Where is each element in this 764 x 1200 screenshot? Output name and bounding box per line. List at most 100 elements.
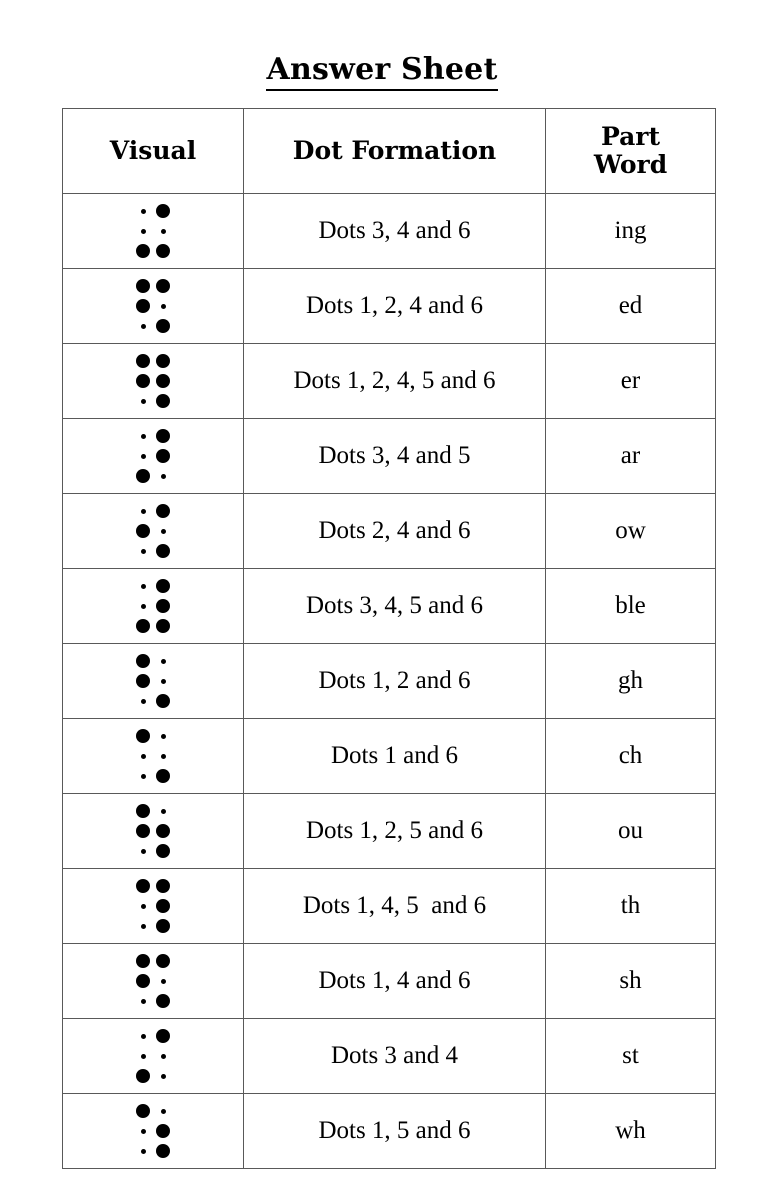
part-word-text: ing xyxy=(545,193,716,269)
braille-dot-6-filled xyxy=(156,619,170,633)
braille-dot-4-empty xyxy=(160,808,166,814)
braille-dot-2-empty xyxy=(140,753,146,759)
braille-dot-1-filled xyxy=(136,654,150,668)
column-header-visual: Visual xyxy=(62,108,244,194)
braille-cell-visual xyxy=(62,568,244,644)
braille-dot-2-empty xyxy=(140,603,146,609)
braille-dot-3-empty xyxy=(140,1148,146,1154)
part-word-text: st xyxy=(545,1018,716,1094)
braille-dot-4-filled xyxy=(156,504,170,518)
braille-dot-grid xyxy=(133,1026,173,1086)
braille-dot-6-filled xyxy=(156,244,170,258)
braille-dot-1-filled xyxy=(136,879,150,893)
braille-dot-4-filled xyxy=(156,279,170,293)
braille-dot-4-empty xyxy=(160,733,166,739)
braille-dot-grid xyxy=(133,351,173,411)
braille-cell-visual xyxy=(62,268,244,344)
braille-cell-visual xyxy=(62,643,244,719)
part-word-text: ow xyxy=(545,493,716,569)
dot-formation-text: Dots 1, 2, 4, 5 and 6 xyxy=(243,343,546,419)
braille-dot-4-empty xyxy=(160,658,166,664)
dot-formation-text: Dots 1, 2, 4 and 6 xyxy=(243,268,546,344)
dot-formation-text: Dots 1, 5 and 6 xyxy=(243,1093,546,1169)
braille-cell-visual xyxy=(62,793,244,869)
dot-formation-text: Dots 3, 4 and 6 xyxy=(243,193,546,269)
braille-dot-4-filled xyxy=(156,879,170,893)
braille-dot-grid xyxy=(133,1101,173,1161)
braille-dot-2-empty xyxy=(140,1053,146,1059)
braille-dot-6-filled xyxy=(156,1144,170,1158)
braille-dot-grid xyxy=(133,726,173,786)
braille-cell-visual xyxy=(62,418,244,494)
table-row: Dots 1, 2, 5 and 6 ou xyxy=(62,793,716,869)
column-header-dot-formation: Dot Formation xyxy=(243,108,546,194)
dot-formation-text: Dots 1, 4, 5 and 6 xyxy=(243,868,546,944)
dot-formation-text: Dots 3, 4 and 5 xyxy=(243,418,546,494)
braille-dot-6-filled xyxy=(156,394,170,408)
braille-dot-1-filled xyxy=(136,279,150,293)
braille-dot-grid xyxy=(133,801,173,861)
braille-dot-4-filled xyxy=(156,204,170,218)
part-word-text: th xyxy=(545,868,716,944)
table-row: Dots 1, 2, 4, 5 and 6 er xyxy=(62,343,716,419)
braille-dot-5-empty xyxy=(160,978,166,984)
braille-dot-3-empty xyxy=(140,323,146,329)
braille-dot-3-empty xyxy=(140,548,146,554)
braille-dot-5-filled xyxy=(156,449,170,463)
braille-cell-visual xyxy=(62,1093,244,1169)
part-word-text: ed xyxy=(545,268,716,344)
braille-dot-1-empty xyxy=(140,433,146,439)
braille-dot-4-filled xyxy=(156,579,170,593)
braille-dot-5-empty xyxy=(160,678,166,684)
braille-dot-grid xyxy=(133,576,173,636)
braille-dot-grid xyxy=(133,501,173,561)
braille-dot-5-empty xyxy=(160,753,166,759)
part-word-text: gh xyxy=(545,643,716,719)
braille-dot-2-filled xyxy=(136,824,150,838)
braille-dot-1-empty xyxy=(140,508,146,514)
braille-dot-3-empty xyxy=(140,773,146,779)
braille-dot-4-filled xyxy=(156,354,170,368)
braille-cell-visual xyxy=(62,1018,244,1094)
braille-dot-3-filled xyxy=(136,469,150,483)
braille-dot-6-filled xyxy=(156,994,170,1008)
braille-cell-visual xyxy=(62,193,244,269)
braille-dot-5-empty xyxy=(160,303,166,309)
braille-dot-1-filled xyxy=(136,729,150,743)
dot-formation-text: Dots 3 and 4 xyxy=(243,1018,546,1094)
braille-dot-3-empty xyxy=(140,998,146,1004)
braille-dot-6-empty xyxy=(160,473,166,479)
table-row: Dots 2, 4 and 6 ow xyxy=(62,493,716,569)
braille-dot-4-filled xyxy=(156,429,170,443)
braille-cell-visual xyxy=(62,943,244,1019)
braille-dot-3-empty xyxy=(140,698,146,704)
braille-dot-6-filled xyxy=(156,319,170,333)
braille-dot-6-empty xyxy=(160,1073,166,1079)
braille-dot-2-filled xyxy=(136,974,150,988)
braille-dot-3-filled xyxy=(136,1069,150,1083)
column-header-part-word: Part Word xyxy=(545,108,716,194)
table-row: Dots 3 and 4st xyxy=(62,1018,716,1094)
braille-cell-visual xyxy=(62,868,244,944)
part-word-text: ch xyxy=(545,718,716,794)
table-body: Dots 3, 4 and 6 ing Dots 1, 2, 4 and 6 ed Do… xyxy=(62,193,716,1169)
braille-dot-2-filled xyxy=(136,674,150,688)
braille-dot-3-filled xyxy=(136,619,150,633)
braille-dot-4-empty xyxy=(160,1108,166,1114)
braille-dot-5-empty xyxy=(160,1053,166,1059)
braille-dot-5-empty xyxy=(160,228,166,234)
table-row: Dots 1 and 6 ch xyxy=(62,718,716,794)
braille-dot-1-empty xyxy=(140,208,146,214)
braille-dot-5-filled xyxy=(156,1124,170,1138)
dot-formation-text: Dots 1 and 6 xyxy=(243,718,546,794)
table-row: Dots 1, 4, 5 and 6th xyxy=(62,868,716,944)
braille-dot-5-filled xyxy=(156,824,170,838)
table-row: Dots 3, 4 and 5 ar xyxy=(62,418,716,494)
table-row: Dots 3, 4 and 6 ing xyxy=(62,193,716,269)
braille-cell-visual xyxy=(62,718,244,794)
braille-dot-3-empty xyxy=(140,848,146,854)
part-word-text: er xyxy=(545,343,716,419)
dot-formation-text: Dots 2, 4 and 6 xyxy=(243,493,546,569)
braille-dot-6-filled xyxy=(156,919,170,933)
braille-dot-3-filled xyxy=(136,244,150,258)
